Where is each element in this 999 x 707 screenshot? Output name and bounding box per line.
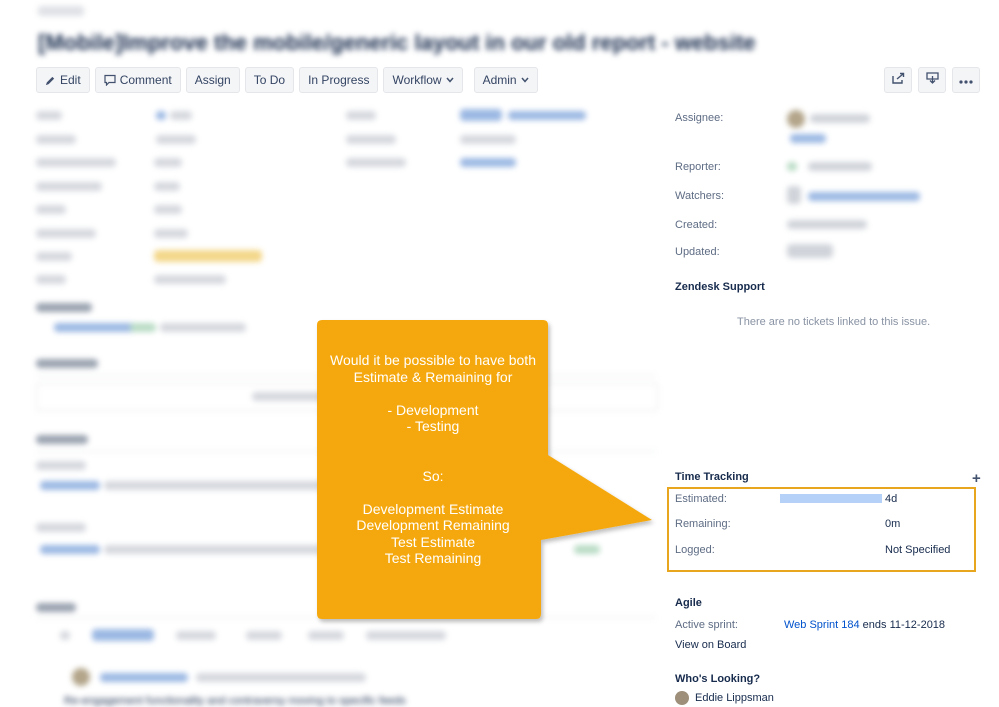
zendesk-heading: Zendesk Support bbox=[675, 281, 765, 293]
edit-button[interactable]: Edit bbox=[36, 67, 90, 93]
logged-value: Not Specified bbox=[885, 544, 951, 556]
estimated-progress-bar bbox=[780, 494, 882, 503]
add-time-icon[interactable]: + bbox=[972, 470, 981, 487]
in-progress-button[interactable]: In Progress bbox=[299, 67, 379, 93]
admin-dropdown[interactable]: Admin bbox=[473, 67, 538, 93]
time-tracking-heading: Time Tracking bbox=[675, 471, 749, 483]
issue-actions bbox=[884, 67, 980, 93]
watchers-link[interactable] bbox=[808, 192, 920, 201]
breadcrumb[interactable] bbox=[38, 6, 84, 16]
chevron-down-icon bbox=[521, 77, 529, 83]
chevron-down-icon bbox=[446, 77, 454, 83]
comment-icon bbox=[104, 74, 116, 86]
reporter-name[interactable] bbox=[808, 162, 872, 171]
comment-text: Re-engagement functionality and contrave… bbox=[64, 695, 406, 707]
created-date bbox=[787, 220, 867, 229]
logged-label: Logged: bbox=[675, 544, 715, 556]
active-sprint-label: Active sprint: bbox=[675, 619, 738, 631]
assignee-label: Assignee: bbox=[675, 112, 724, 124]
page-title: [Mobile]Improve the mobile/generic layou… bbox=[38, 30, 756, 55]
callout-text: Would it be possible to have both Estima… bbox=[330, 352, 536, 566]
estimated-value: 4d bbox=[885, 493, 898, 505]
reporter-label: Reporter: bbox=[675, 161, 721, 173]
viewer: Eddie Lippsman bbox=[675, 691, 774, 705]
share-button[interactable] bbox=[884, 67, 912, 93]
reporter-avatar bbox=[787, 162, 797, 171]
sprint-end: ends 11-12-2018 bbox=[859, 619, 946, 631]
more-button[interactable] bbox=[952, 67, 980, 93]
more-icon bbox=[959, 71, 973, 89]
updated-label: Updated: bbox=[675, 246, 720, 258]
assignee-name[interactable] bbox=[810, 114, 870, 123]
agile-heading: Agile bbox=[675, 597, 702, 609]
created-label: Created: bbox=[675, 219, 718, 231]
zendesk-empty-message: There are no tickets linked to this issu… bbox=[737, 316, 931, 328]
remaining-label: Remaining: bbox=[675, 518, 731, 530]
view-on-board-link[interactable]: View on Board bbox=[675, 639, 746, 651]
export-button[interactable] bbox=[918, 67, 946, 93]
export-icon bbox=[925, 71, 939, 89]
whos-looking-heading: Who's Looking? bbox=[675, 673, 761, 685]
issue-toolbar: Edit Comment Assign To Do In Progress Wo… bbox=[36, 67, 538, 93]
watchers-count[interactable] bbox=[787, 186, 801, 204]
sprint-link[interactable]: Web Sprint 184 bbox=[784, 619, 860, 631]
active-sprint-value: Web Sprint 184 ends 11-12-2018 bbox=[784, 619, 945, 631]
comment-button[interactable]: Comment bbox=[94, 67, 181, 93]
pencil-icon bbox=[45, 75, 56, 86]
avatar bbox=[675, 691, 689, 705]
workflow-dropdown[interactable]: Workflow bbox=[383, 67, 463, 93]
updated-date bbox=[787, 244, 833, 258]
assign-to-me-link[interactable] bbox=[790, 134, 826, 143]
watchers-label: Watchers: bbox=[675, 190, 725, 202]
estimated-label: Estimated: bbox=[675, 493, 727, 505]
assignee-avatar[interactable] bbox=[787, 110, 805, 128]
share-icon bbox=[891, 71, 905, 89]
remaining-value: 0m bbox=[885, 518, 901, 530]
assign-button[interactable]: Assign bbox=[185, 67, 240, 93]
todo-button[interactable]: To Do bbox=[244, 67, 295, 93]
